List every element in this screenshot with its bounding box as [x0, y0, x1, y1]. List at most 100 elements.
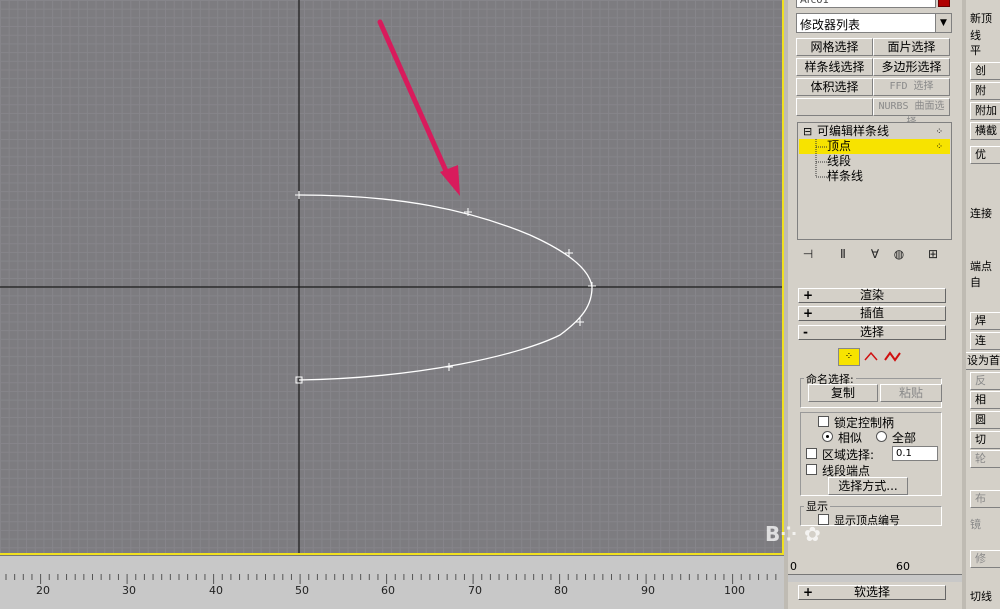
auto-weld-label[interactable]: 自: [970, 274, 981, 290]
segment-end-checkbox[interactable]: [806, 464, 817, 475]
modifier-list-dropdown[interactable]: 修改器列表 ▼: [796, 13, 952, 33]
reverse-button[interactable]: 反: [970, 372, 1000, 390]
annotation-arrow: [377, 19, 460, 196]
stack-toolbar: ⊣ Ⅱ ∀ ◍ ⊞: [797, 244, 952, 264]
new-vertex-type-label: 新顶: [970, 12, 992, 25]
stack-item-label: 顶点: [827, 139, 852, 153]
object-color-swatch[interactable]: [938, 0, 950, 7]
mini-ruler-track[interactable]: [788, 574, 962, 582]
dropdown-arrow-icon[interactable]: ▼: [935, 14, 951, 32]
modifier-stack[interactable]: ⊟ 可编辑样条线 ⁘ 顶点 ⁘ 线段 样条线: [797, 122, 952, 240]
rollout-label: 渲染: [859, 288, 884, 302]
chamfer-button[interactable]: 圆: [970, 411, 1000, 429]
linear-option[interactable]: 线: [970, 27, 981, 43]
object-name-field[interactable]: Arc01: [796, 0, 936, 8]
stack-root-item[interactable]: ⊟ 可编辑样条线 ⁘: [799, 124, 950, 139]
vertex-marker: [576, 318, 584, 326]
show-end-result-icon[interactable]: Ⅱ: [835, 246, 851, 262]
tree-lines: [815, 139, 827, 178]
area-select-checkbox[interactable]: [806, 448, 817, 459]
select-by-button[interactable]: 选择方式...: [828, 477, 908, 495]
subobject-dots-icon: ⁘: [935, 127, 944, 137]
spline-level-icon[interactable]: [884, 350, 904, 364]
display-label: 显示: [804, 498, 830, 514]
rollout-rendering[interactable]: + 渲染: [798, 288, 946, 303]
outline-button[interactable]: 轮: [970, 450, 1000, 468]
smooth-option[interactable]: 平: [970, 42, 981, 58]
viewport-canvas[interactable]: [0, 0, 784, 553]
spline-select-button[interactable]: 样条线选择: [796, 58, 873, 76]
ruler-label: 100: [724, 584, 745, 597]
rollout-interpolation[interactable]: + 插值: [798, 306, 946, 321]
modifier-list-label: 修改器列表: [800, 18, 861, 32]
expand-icon: +: [803, 288, 814, 302]
patch-select-button[interactable]: 面片选择: [873, 38, 950, 56]
refine-button[interactable]: 优: [970, 146, 1000, 164]
all-radio[interactable]: [876, 431, 887, 442]
area-select-spinner[interactable]: 0.1: [892, 446, 938, 461]
mini-ruler-left: 0: [790, 560, 797, 573]
ruler-label: 20: [36, 584, 50, 597]
ruler-label: 40: [209, 584, 223, 597]
segment-level-icon[interactable]: [864, 350, 880, 364]
endpoint-label: 端点: [970, 260, 992, 273]
rollout-label: 选择: [859, 325, 884, 339]
fillet-button[interactable]: 相: [970, 391, 1000, 409]
expand-icon: +: [803, 585, 814, 599]
geometry-panel-cropped: 新顶 线 平 创 附 附加 横截 优 连接 端点 自 焊 连 设为首 反 相 圆…: [962, 0, 1000, 609]
mesh-select-button[interactable]: 网格选择: [796, 38, 873, 56]
connect-button[interactable]: 连: [970, 332, 1000, 350]
trim-button[interactable]: 切: [970, 431, 1000, 449]
collapse-icon[interactable]: ⊟: [803, 124, 812, 139]
connect-label: 连接: [970, 207, 992, 220]
collapse-icon: -: [803, 325, 808, 339]
modify-button[interactable]: 修: [970, 550, 1000, 568]
poly-select-button[interactable]: 多边形选择: [873, 58, 950, 76]
cross-section-button[interactable]: 横截: [970, 122, 1000, 140]
similar-radio[interactable]: [822, 431, 833, 442]
area-select-label: 区域选择:: [822, 448, 875, 462]
boolean-button[interactable]: 布: [970, 490, 1000, 508]
nurbs-select-button[interactable]: NURBS 曲面选择: [873, 98, 950, 128]
attach-button[interactable]: 附: [970, 82, 1000, 100]
tangent-label: 切线: [970, 590, 992, 603]
make-unique-icon[interactable]: ∀: [867, 246, 883, 262]
time-ruler[interactable]: 20 30 40 50 60 70 80 90 100: [0, 555, 784, 609]
mini-ruler-right: 60: [896, 560, 910, 573]
create-line-button[interactable]: 创: [970, 62, 1000, 80]
vertex-marker: [565, 249, 573, 257]
remove-modifier-icon[interactable]: ◍: [891, 246, 907, 262]
vertex-marker: [588, 282, 596, 290]
rollout-selection[interactable]: - 选择: [798, 325, 946, 340]
ruler-label: 80: [554, 584, 568, 597]
rollout-label: 软选择: [853, 585, 890, 599]
perspective-viewport[interactable]: [0, 0, 784, 553]
vertex-dots-icon: ⁘: [935, 142, 944, 152]
modify-panel: Arc01 修改器列表 ▼ 网格选择 面片选择 样条线选择 多边形选择 体积选择…: [784, 0, 962, 609]
paste-button[interactable]: 粘贴: [880, 384, 942, 402]
attach-mult-button[interactable]: 附加: [970, 102, 1000, 120]
expand-icon: +: [803, 306, 814, 320]
copy-button[interactable]: 复制: [808, 384, 878, 402]
ruler-label: 50: [295, 584, 309, 597]
ffd-select-button[interactable]: FFD 选择: [873, 78, 950, 96]
vertex-level-icon[interactable]: ⁘: [838, 348, 860, 366]
all-label: 全部: [892, 431, 917, 445]
similar-label: 相似: [838, 431, 863, 445]
show-vertex-numbers-label: 显示顶点编号: [834, 514, 900, 527]
show-vertex-numbers-checkbox[interactable]: [818, 514, 829, 525]
pin-stack-icon[interactable]: ⊣: [800, 246, 816, 262]
volume-select-button[interactable]: 体积选择: [796, 78, 873, 96]
make-first-button[interactable]: 设为首: [966, 352, 1000, 370]
lock-handles-checkbox[interactable]: [818, 416, 829, 427]
weld-button[interactable]: 焊: [970, 312, 1000, 330]
rollout-soft-selection[interactable]: + 软选择: [798, 585, 946, 600]
vertex-marker: [445, 363, 453, 371]
stack-item-label: 线段: [827, 154, 852, 168]
rollout-label: 插值: [859, 306, 884, 320]
blank-modifier-button[interactable]: [796, 98, 873, 116]
ruler-ticks: [5, 574, 777, 584]
ruler-label: 30: [122, 584, 136, 597]
configure-sets-icon[interactable]: ⊞: [925, 246, 941, 262]
spline-vertices: [295, 191, 596, 371]
